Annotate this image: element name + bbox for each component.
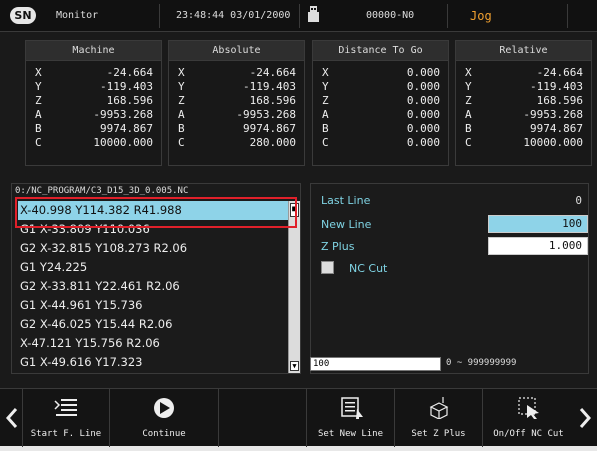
set-z-plus-button[interactable]: Set Z Plus bbox=[394, 389, 482, 447]
axis-row: C 10000.000 bbox=[35, 136, 153, 149]
axis-row: X -24.664 bbox=[178, 66, 296, 79]
axis-row: B 9974.867 bbox=[465, 122, 583, 135]
axis-row: B 9974.867 bbox=[35, 122, 153, 135]
previous-page-button[interactable] bbox=[2, 389, 22, 447]
program-line[interactable]: G2 X-33.811 Y22.461 R2.06 bbox=[18, 277, 288, 296]
play-circle-icon bbox=[110, 397, 218, 419]
line-settings-panel: Last Line 0 New Line 100 Z Plus 1.000 NC… bbox=[310, 183, 589, 374]
mode-indicator: Jog bbox=[448, 4, 568, 28]
axis-row: Z 168.596 bbox=[35, 94, 153, 107]
nc-cut-icon bbox=[483, 397, 574, 419]
axis-row: X -24.664 bbox=[465, 66, 583, 79]
axis-row: C 0.000 bbox=[322, 136, 440, 149]
relative-panel: Relative X -24.664 Y -119.403 Z 168.596 A -9… bbox=[455, 40, 592, 166]
nc-cut-label: NC Cut bbox=[349, 262, 388, 275]
axis-row: X 0.000 bbox=[322, 66, 440, 79]
axis-row: X -24.664 bbox=[35, 66, 153, 79]
new-line-field[interactable]: 100 bbox=[488, 215, 588, 233]
machine-panel: Machine X -24.664 Y -119.403 Z 168.596 A -99… bbox=[25, 40, 162, 166]
start-from-line-button[interactable]: Start F. Line bbox=[22, 389, 109, 447]
axis-row: Y -119.403 bbox=[35, 80, 153, 93]
axis-row: A -9953.268 bbox=[178, 108, 296, 121]
usb-icon bbox=[300, 4, 328, 28]
list-start-icon bbox=[23, 397, 109, 419]
z-plus-icon bbox=[395, 397, 482, 420]
axis-row: A 0.000 bbox=[322, 108, 440, 121]
scroll-down-icon[interactable]: ▼ bbox=[290, 361, 299, 371]
axis-row: Z 168.596 bbox=[178, 94, 296, 107]
axis-row: Y -119.403 bbox=[178, 80, 296, 93]
program-line[interactable]: G2 X-46.025 Y15.44 R2.06 bbox=[18, 315, 288, 334]
chevron-right-icon bbox=[579, 408, 592, 428]
continue-button[interactable]: Continue bbox=[109, 389, 218, 447]
z-plus-field[interactable]: 1.000 bbox=[488, 237, 588, 255]
range-hint: 0 ~ 999999999 bbox=[446, 358, 517, 368]
program-id: 00000-N0 bbox=[328, 4, 448, 28]
panel-title: Machine bbox=[26, 41, 161, 61]
screen-title: Monitor bbox=[40, 4, 160, 28]
datetime: 23:48:44 03/01/2000 bbox=[160, 4, 300, 28]
program-path: 0:/NC_PROGRAM/C3_D15_3D_0.005.NC bbox=[15, 186, 189, 196]
axis-row: C 280.000 bbox=[178, 136, 296, 149]
chevron-left-icon bbox=[5, 408, 18, 428]
axis-row: Y -119.403 bbox=[465, 80, 583, 93]
program-line[interactable]: X-47.121 Y15.756 R2.06 bbox=[18, 334, 288, 353]
axis-row: A -9953.268 bbox=[465, 108, 583, 121]
selection-highlight-box bbox=[15, 197, 297, 228]
nc-cut-checkbox[interactable] bbox=[321, 261, 334, 274]
axis-row: A -9953.268 bbox=[35, 108, 153, 121]
axis-row: Z 0.000 bbox=[322, 94, 440, 107]
z-plus-label: Z Plus bbox=[321, 240, 355, 253]
panel-title: Relative bbox=[456, 41, 591, 61]
softkey-bar: Start F. Line Continue Set New Line Set … bbox=[0, 388, 597, 447]
numeric-input[interactable]: 100 bbox=[310, 357, 441, 371]
distance-to-go-panel: Distance To Go X 0.000 Y 0.000 Z 0.000 A 0.0… bbox=[312, 40, 449, 166]
program-line[interactable]: G2 X-32.815 Y108.273 R2.06 bbox=[18, 239, 288, 258]
new-line-label: New Line bbox=[321, 218, 372, 231]
last-line-label: Last Line bbox=[321, 194, 371, 207]
last-line-value: 0 bbox=[575, 194, 582, 207]
axis-row: Y 0.000 bbox=[322, 80, 440, 93]
program-line[interactable]: G1 X-49.616 Y17.323 bbox=[18, 353, 288, 372]
axis-row: B 9974.867 bbox=[178, 122, 296, 135]
set-line-icon bbox=[307, 397, 394, 419]
program-line[interactable]: G1 Y24.225 bbox=[18, 258, 288, 277]
next-page-button[interactable] bbox=[575, 389, 595, 447]
brand-logo: SN bbox=[10, 7, 36, 24]
empty-softkey[interactable] bbox=[218, 389, 306, 447]
program-line[interactable]: G1 X-44.961 Y15.736 bbox=[18, 296, 288, 315]
top-bar: SN Monitor 23:48:44 03/01/2000 00000-N0 … bbox=[0, 0, 597, 32]
axis-row: C 10000.000 bbox=[465, 136, 583, 149]
axis-row: Z 168.596 bbox=[465, 94, 583, 107]
toggle-nc-cut-button[interactable]: On/Off NC Cut bbox=[482, 389, 574, 447]
set-new-line-button[interactable]: Set New Line bbox=[306, 389, 394, 447]
absolute-panel: Absolute X -24.664 Y -119.403 Z 168.596 A -9… bbox=[168, 40, 305, 166]
panel-title: Absolute bbox=[169, 41, 304, 61]
axis-row: B 0.000 bbox=[322, 122, 440, 135]
panel-title: Distance To Go bbox=[313, 41, 448, 61]
monitor-screen: SN Monitor 23:48:44 03/01/2000 00000-N0 … bbox=[0, 0, 597, 447]
